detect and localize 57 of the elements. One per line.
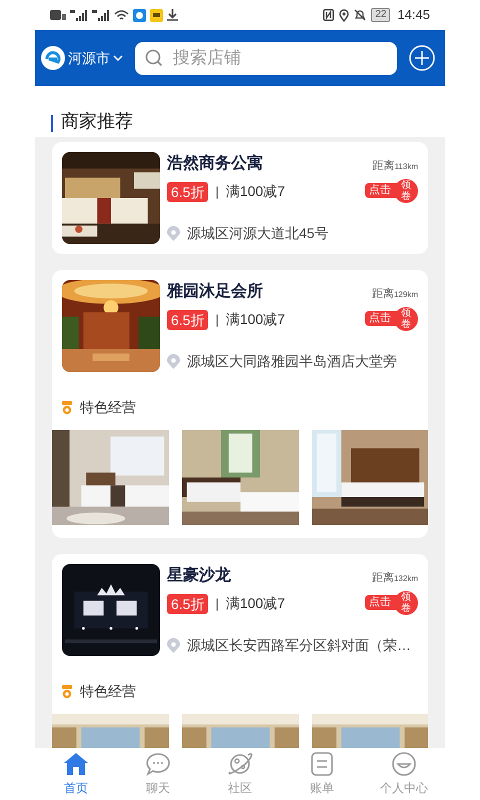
wifi-icon bbox=[114, 10, 129, 20]
address-text: 源城区长安西路军分区斜对面（荣… bbox=[187, 636, 411, 655]
distance-value: 132km bbox=[394, 573, 418, 585]
search-field[interactable]: 搜索店铺 bbox=[135, 42, 397, 74]
clock-time: 14:45 bbox=[397, 6, 430, 24]
smiley-icon bbox=[391, 752, 417, 776]
distance-label: 距离 bbox=[372, 286, 394, 302]
location-icon bbox=[339, 8, 350, 22]
distance-value: 129km bbox=[394, 289, 418, 301]
logo-icon bbox=[41, 46, 65, 70]
section-title: 商家推荐 bbox=[61, 110, 133, 133]
offer-text: 满100减7 bbox=[226, 594, 286, 613]
nav-tab[interactable]: 账单 bbox=[281, 748, 363, 800]
discount-badge: 6.5折 bbox=[167, 182, 208, 202]
address-text: 源城区河源大道北45号 bbox=[187, 224, 329, 243]
search-icon bbox=[145, 48, 163, 66]
plus-icon bbox=[409, 45, 435, 71]
nav-tab[interactable]: 聊天 bbox=[117, 748, 199, 800]
features-title: 特色经营 bbox=[80, 682, 136, 701]
address-text: 源城区大同路雅园半岛酒店大堂旁 bbox=[187, 352, 397, 371]
nav-tab[interactable]: 社区 bbox=[199, 748, 281, 800]
distance-label: 距离 bbox=[372, 570, 394, 586]
merchant-name: 雅园沐足会所 bbox=[167, 282, 264, 302]
medal-icon bbox=[62, 400, 72, 414]
distance-value: 113km bbox=[394, 161, 418, 173]
home-icon bbox=[63, 752, 89, 776]
merchant-name: 浩然商务公寓 bbox=[167, 153, 264, 174]
location-pin-icon bbox=[167, 354, 180, 369]
features-title: 特色经营 bbox=[80, 398, 136, 417]
chat-bubble-icon bbox=[145, 752, 171, 776]
add-button[interactable] bbox=[409, 45, 435, 71]
offer-text: 满100减7 bbox=[226, 310, 286, 329]
nfc-icon bbox=[323, 9, 334, 21]
bill-icon bbox=[309, 752, 335, 776]
battery-level: 22 bbox=[371, 8, 390, 22]
signal-icon bbox=[70, 10, 88, 20]
signal-icon bbox=[92, 10, 110, 20]
offer-text: 满100减7 bbox=[226, 182, 286, 201]
location-pin-icon bbox=[167, 226, 180, 241]
nav-tab[interactable]: 个人中心 bbox=[363, 748, 445, 800]
separator: | bbox=[215, 310, 219, 329]
planet-icon bbox=[227, 752, 253, 776]
download-icon bbox=[167, 9, 178, 21]
bell-off-icon bbox=[354, 9, 366, 21]
location-pin-icon bbox=[167, 638, 180, 653]
merchant-name: 星豪沙龙 bbox=[167, 566, 232, 586]
app-icon bbox=[150, 8, 163, 22]
app-icon bbox=[133, 8, 146, 22]
separator: | bbox=[215, 594, 219, 613]
discount-badge: 6.5折 bbox=[167, 594, 208, 614]
chevron-down-icon bbox=[113, 55, 123, 61]
medal-icon bbox=[62, 684, 72, 698]
separator: | bbox=[215, 182, 219, 201]
distance-label: 距离 bbox=[372, 158, 395, 174]
city-selector[interactable]: 河源市 bbox=[68, 48, 123, 68]
discount-badge: 6.5折 bbox=[167, 310, 208, 330]
nav-tab[interactable]: 首页 bbox=[35, 748, 117, 800]
